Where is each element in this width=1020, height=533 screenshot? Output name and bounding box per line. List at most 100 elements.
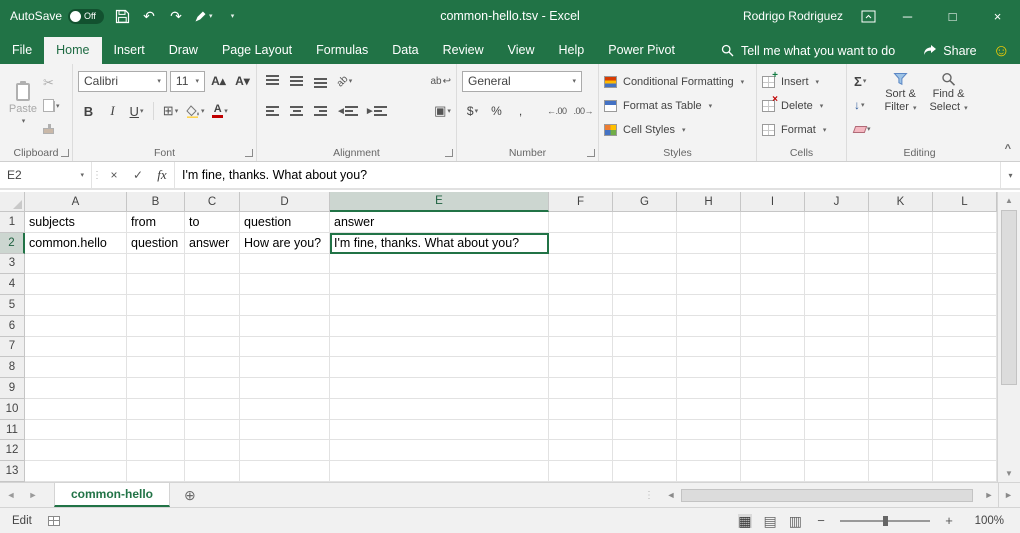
cell-A7[interactable]	[25, 337, 127, 358]
tab-formulas[interactable]: Formulas	[304, 37, 380, 64]
align-center-button[interactable]	[286, 101, 307, 122]
name-box[interactable]: E2 ▾	[0, 162, 92, 188]
feedback-smiley-icon[interactable]: ☺	[993, 42, 1010, 59]
cell-F10[interactable]	[549, 399, 613, 420]
cell-A2[interactable]: common.hello	[25, 233, 127, 254]
zoom-in-button[interactable]: +	[942, 513, 956, 528]
tab-power-pivot[interactable]: Power Pivot	[596, 37, 687, 64]
cell-J13[interactable]	[805, 461, 869, 482]
select-all-button[interactable]	[0, 192, 25, 212]
tab-draw[interactable]: Draw	[157, 37, 210, 64]
cell-C10[interactable]	[185, 399, 240, 420]
decrease-decimal-button[interactable]: .00→	[571, 101, 595, 122]
share-button[interactable]: Share	[923, 44, 976, 58]
tab-help[interactable]: Help	[547, 37, 597, 64]
tell-me-box[interactable]: Tell me what you want to do	[721, 37, 895, 64]
cell-J6[interactable]	[805, 316, 869, 337]
sheet-nav-left-button[interactable]: ◄	[0, 490, 22, 500]
cell-I10[interactable]	[741, 399, 805, 420]
cell-G1[interactable]	[613, 212, 677, 233]
number-format-select[interactable]: General ▾	[462, 71, 582, 92]
autosum-button[interactable]: Σ▾	[852, 71, 873, 91]
cell-H2[interactable]	[677, 233, 741, 254]
cell-F13[interactable]	[549, 461, 613, 482]
formula-input[interactable]: I'm fine, thanks. What about you?	[174, 162, 1000, 188]
cell-F12[interactable]	[549, 440, 613, 461]
cell-D2[interactable]: How are you?	[240, 233, 330, 254]
cell-J1[interactable]	[805, 212, 869, 233]
cell-D10[interactable]	[240, 399, 330, 420]
cell-J3[interactable]	[805, 254, 869, 275]
cell-H11[interactable]	[677, 420, 741, 441]
alignment-dialog-launcher[interactable]	[445, 149, 453, 157]
cell-F1[interactable]	[549, 212, 613, 233]
cell-K5[interactable]	[869, 295, 933, 316]
cell-L3[interactable]	[933, 254, 997, 275]
cell-B4[interactable]	[127, 274, 185, 295]
cell-F4[interactable]	[549, 274, 613, 295]
column-header-F[interactable]: F	[549, 192, 613, 212]
tab-data[interactable]: Data	[380, 37, 430, 64]
hscroll-left-button[interactable]: ◄	[662, 490, 680, 500]
cell-L6[interactable]	[933, 316, 997, 337]
bold-button[interactable]: B	[78, 101, 99, 122]
cell-H10[interactable]	[677, 399, 741, 420]
cell-B7[interactable]	[127, 337, 185, 358]
cell-A10[interactable]	[25, 399, 127, 420]
tab-insert[interactable]: Insert	[102, 37, 157, 64]
cell-B11[interactable]	[127, 420, 185, 441]
cell-G4[interactable]	[613, 274, 677, 295]
cell-E6[interactable]	[330, 316, 549, 337]
cell-I13[interactable]	[741, 461, 805, 482]
column-header-G[interactable]: G	[613, 192, 677, 212]
cell-G8[interactable]	[613, 357, 677, 378]
column-header-E[interactable]: E	[330, 192, 549, 212]
align-top-button[interactable]	[262, 71, 283, 92]
format-painter-button[interactable]	[41, 119, 62, 139]
decrease-font-size-button[interactable]: A▾	[232, 71, 253, 92]
cell-H9[interactable]	[677, 378, 741, 399]
decrease-indent-button[interactable]: ◄	[334, 101, 360, 122]
column-header-L[interactable]: L	[933, 192, 997, 212]
cell-G5[interactable]	[613, 295, 677, 316]
cancel-button[interactable]: ×	[102, 162, 126, 188]
cell-A4[interactable]	[25, 274, 127, 295]
cell-A5[interactable]	[25, 295, 127, 316]
normal-view-button[interactable]: ▦	[738, 514, 751, 528]
cell-K11[interactable]	[869, 420, 933, 441]
customize-qat-button[interactable]: ▾	[224, 4, 242, 28]
hscroll-corner-button[interactable]: ►	[998, 483, 1018, 507]
cell-L11[interactable]	[933, 420, 997, 441]
cell-H12[interactable]	[677, 440, 741, 461]
cell-B12[interactable]	[127, 440, 185, 461]
autosave-toggle[interactable]: AutoSave Off	[10, 9, 104, 24]
cell-J12[interactable]	[805, 440, 869, 461]
align-left-button[interactable]	[262, 101, 283, 122]
cell-I11[interactable]	[741, 420, 805, 441]
new-sheet-button[interactable]: ⊕	[184, 487, 196, 504]
cell-F5[interactable]	[549, 295, 613, 316]
cell-D6[interactable]	[240, 316, 330, 337]
comma-style-button[interactable]: ,	[510, 101, 531, 122]
column-header-H[interactable]: H	[677, 192, 741, 212]
cell-J5[interactable]	[805, 295, 869, 316]
increase-indent-button[interactable]: ►	[363, 101, 389, 122]
cell-C2[interactable]: answer	[185, 233, 240, 254]
underline-button[interactable]: U▾	[126, 101, 147, 122]
cell-E4[interactable]	[330, 274, 549, 295]
cell-C8[interactable]	[185, 357, 240, 378]
cell-B6[interactable]	[127, 316, 185, 337]
cell-A6[interactable]	[25, 316, 127, 337]
cell-K10[interactable]	[869, 399, 933, 420]
cell-L9[interactable]	[933, 378, 997, 399]
align-right-button[interactable]	[310, 101, 331, 122]
cell-K8[interactable]	[869, 357, 933, 378]
cell-B9[interactable]	[127, 378, 185, 399]
cell-I5[interactable]	[741, 295, 805, 316]
cell-K9[interactable]	[869, 378, 933, 399]
cell-D8[interactable]	[240, 357, 330, 378]
save-button[interactable]	[113, 4, 131, 28]
scroll-up-icon[interactable]: ▲	[998, 192, 1020, 209]
column-header-D[interactable]: D	[240, 192, 330, 212]
cell-E2[interactable]: I'm fine, thanks. What about you?	[330, 233, 549, 254]
